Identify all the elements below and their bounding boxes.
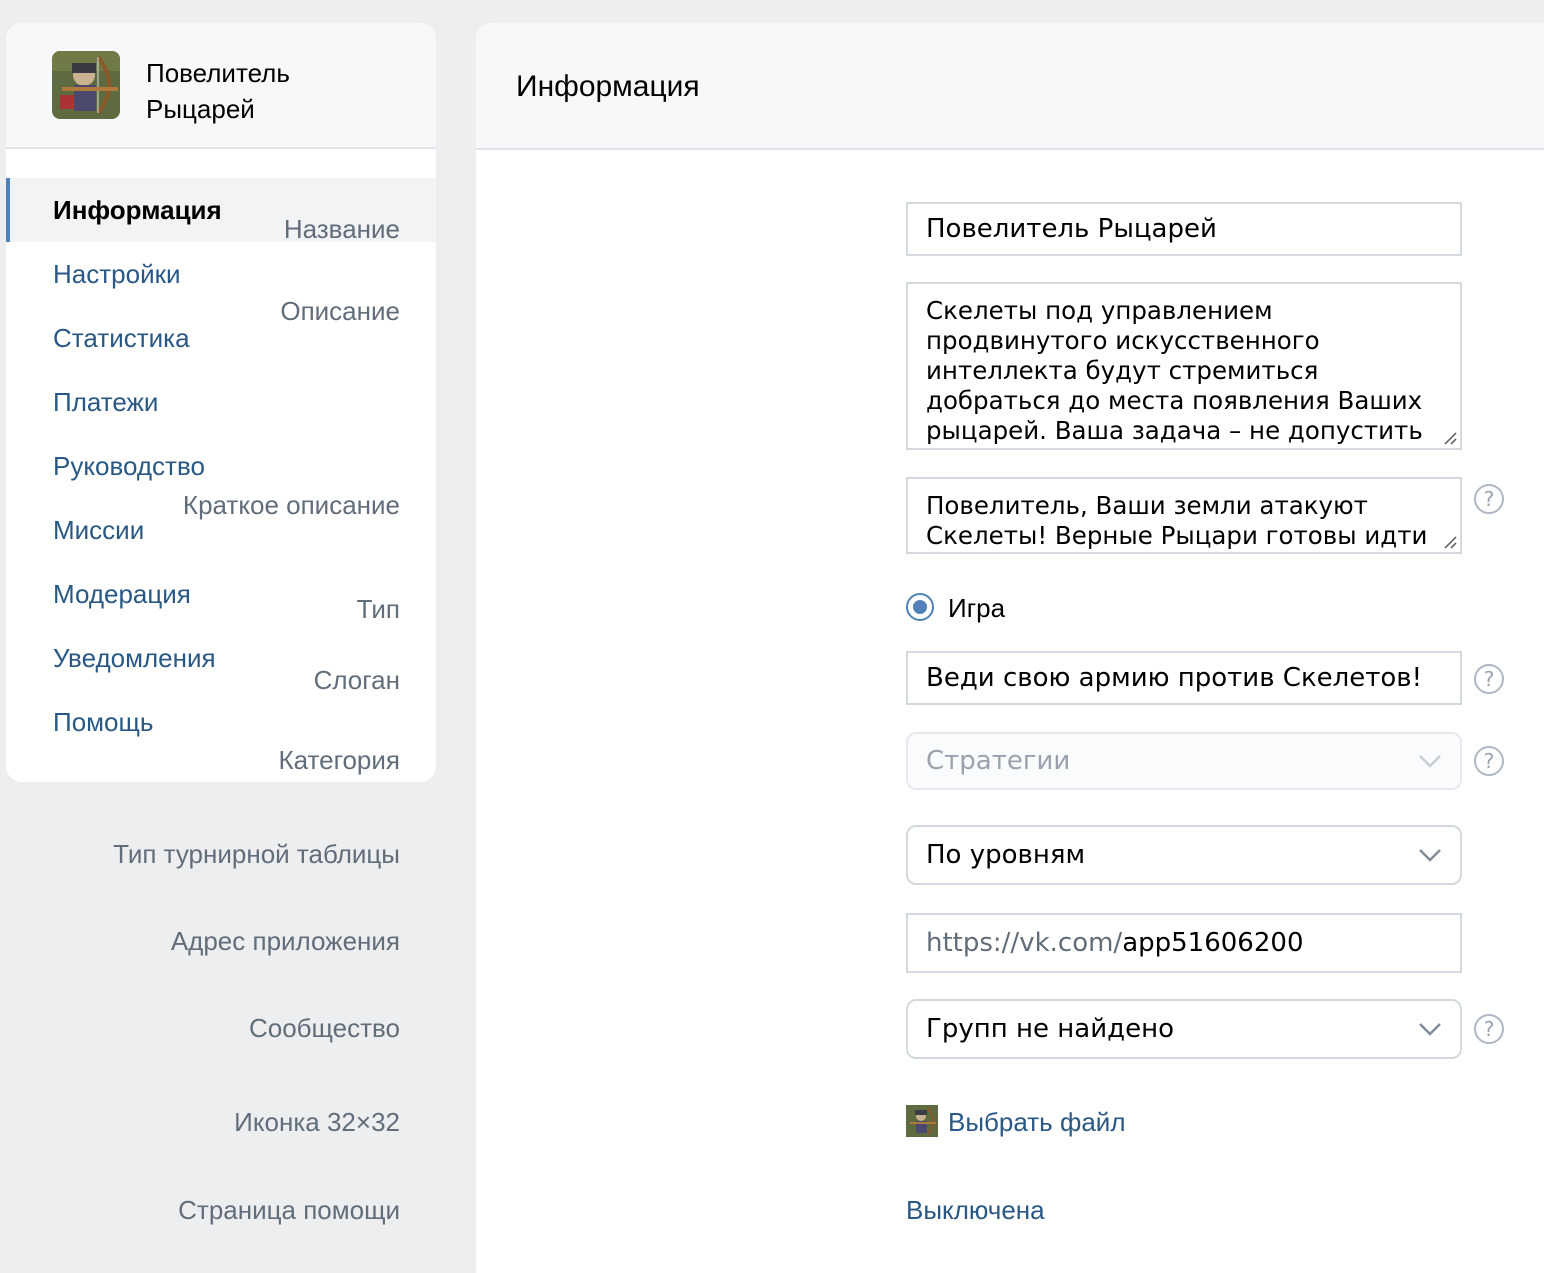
leaderboard-type-label: Тип турнирной таблицы — [113, 839, 400, 869]
app-address-value: app51606200 — [1122, 928, 1304, 958]
slogan-label: Слоган — [313, 665, 400, 695]
name-input[interactable]: Повелитель Рыцарей — [906, 202, 1462, 256]
choose-file-link[interactable]: Выбрать файл — [948, 1107, 1126, 1138]
help-page-label: Страница помощи — [178, 1195, 400, 1225]
short-description-help-icon[interactable]: ? — [1474, 484, 1504, 514]
name-label: Название — [283, 214, 400, 244]
app-address-prefix: https://vk.com/ — [926, 928, 1123, 958]
type-label: Тип — [356, 594, 400, 624]
chevron-down-icon — [1419, 1023, 1441, 1036]
type-game-radio-label[interactable]: Игра — [948, 593, 1005, 623]
resize-handle-icon[interactable] — [1442, 430, 1458, 446]
app-small-icon — [906, 1105, 938, 1137]
app-avatar-icon — [52, 51, 120, 119]
description-text: Скелеты под управлением продвинутого иск… — [926, 296, 1423, 448]
app-title: Повелитель Рыцарей — [146, 58, 290, 124]
description-label: Описание — [280, 296, 400, 326]
community-select[interactable]: Групп не найдено — [906, 999, 1462, 1059]
category-label: Категория — [278, 745, 400, 775]
icon32-label: Иконка 32×32 — [234, 1107, 400, 1137]
main-header: Информация — [476, 23, 1544, 150]
app-header: Повелитель Рыцарей — [6, 23, 436, 149]
category-select-value: Стратегии — [926, 746, 1071, 776]
type-game-radio[interactable] — [906, 593, 934, 621]
short-description-text: Повелитель, Ваши земли атакуют Скелеты! … — [926, 491, 1428, 550]
page-title: Информация — [516, 70, 700, 103]
sidebar-item-management[interactable]: Руководство — [6, 434, 436, 498]
community-value: Групп не найдено — [926, 1014, 1174, 1044]
short-description-label: Краткое описание — [182, 490, 400, 520]
category-select: Стратегии — [906, 732, 1462, 790]
short-description-textarea[interactable]: Повелитель, Ваши земли атакуют Скелеты! … — [906, 477, 1462, 554]
sidebar-item-payments[interactable]: Платежи — [6, 370, 436, 434]
help-page-toggle-link[interactable]: Выключена — [906, 1195, 1045, 1226]
slogan-input[interactable]: Веди свою армию против Скелетов! — [906, 651, 1462, 705]
description-textarea[interactable]: Скелеты под управлением продвинутого иск… — [906, 282, 1462, 450]
slogan-help-icon[interactable]: ? — [1474, 664, 1504, 694]
leaderboard-type-select[interactable]: По уровням — [906, 825, 1462, 885]
app-address-input[interactable]: https://vk.com/app51606200 — [906, 913, 1462, 973]
community-label: Сообщество — [248, 1013, 400, 1043]
community-help-icon[interactable]: ? — [1474, 1014, 1504, 1044]
chevron-down-icon — [1419, 849, 1441, 862]
category-help-icon[interactable]: ? — [1474, 746, 1504, 776]
app-address-label: Адрес приложения — [170, 926, 400, 956]
chevron-down-icon — [1419, 755, 1441, 768]
resize-handle-icon[interactable] — [1442, 534, 1458, 550]
leaderboard-type-value: По уровням — [926, 840, 1086, 870]
